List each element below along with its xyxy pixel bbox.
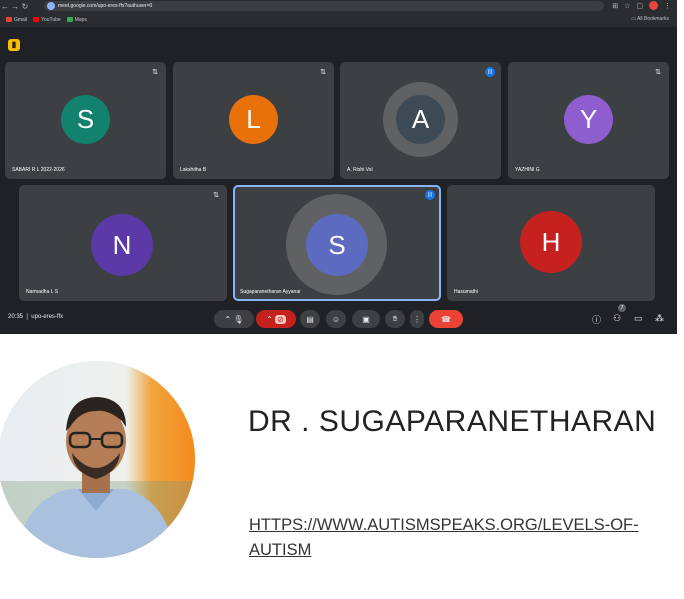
extensions-icon[interactable]: ▢ — [636, 2, 643, 10]
menu-icon[interactable]: ⋮ — [664, 2, 671, 10]
bookmark-maps[interactable]: Maps — [66, 17, 87, 23]
reactions-button[interactable]: ☺ — [326, 310, 346, 328]
participant-tile[interactable]: H Hasumathi — [447, 185, 655, 301]
browser-actions: ⊞ ☆ ▢ ⋮ — [612, 1, 671, 10]
translate-icon[interactable]: ⊞ — [612, 2, 618, 10]
chevron-up-icon: ⌃ — [224, 314, 232, 324]
speaker-photo — [0, 361, 195, 558]
meeting-info: 20:35 | upo-eres-ffx — [8, 314, 64, 320]
participant-tile[interactable]: ||| A A. Rishi Vol — [340, 62, 501, 179]
avatar: N — [91, 214, 153, 276]
maps-icon — [66, 17, 73, 22]
site-info-icon[interactable] — [47, 2, 55, 10]
camera-off-icon: ⊘ — [275, 314, 286, 324]
raise-hand-button[interactable]: ✋︎ — [385, 310, 405, 328]
participant-name: Hasumathi — [454, 289, 478, 295]
participant-name: Sugaparanetharan Ayyanar — [240, 289, 301, 295]
meeting-time: 20:35 — [8, 314, 24, 320]
present-button[interactable]: ▣ — [352, 310, 380, 328]
participant-name: A. Rishi Vol — [347, 167, 373, 173]
meeting-controls: 20:35 | upo-eres-ffx ⌃ 🎙︎ ⌃ ⊘ ▤ ☺ ▣ ✋︎ ⋮… — [0, 305, 677, 334]
reference-link[interactable]: HTTPS://WWW.AUTISMSPEAKS.ORG/LEVELS-OF-A… — [249, 513, 679, 563]
meet-activity-icon[interactable]: ▮ — [8, 39, 20, 51]
meet-screenshot: ← → ↻ meet.google.com/upo-eres-ffx?authu… — [0, 0, 677, 334]
participant-tile[interactable]: ⇅ Y YAZHINI G — [508, 62, 669, 179]
youtube-icon — [33, 17, 40, 22]
avatar: Y — [564, 95, 613, 144]
reload-icon[interactable]: ↻ — [20, 2, 30, 11]
address-bar[interactable]: meet.google.com/upo-eres-ffx?authuser=0 — [44, 1, 604, 11]
chat-icon[interactable]: ▭ — [634, 313, 643, 324]
people-icon[interactable]: ⚇ — [613, 313, 621, 324]
avatar: S — [61, 95, 110, 144]
profile-avatar[interactable] — [649, 1, 658, 10]
bookmark-youtube[interactable]: YouTube — [33, 17, 61, 23]
hang-up-icon: ☎︎ — [441, 314, 451, 324]
hand-icon: ✋︎ — [392, 314, 398, 323]
participant-name: YAZHINI G — [515, 167, 540, 173]
microphone-icon: 🎙︎ — [233, 314, 244, 324]
meeting-details-icon[interactable]: ⓘ — [592, 313, 601, 326]
speaking-indicator-icon: ||| — [425, 190, 435, 200]
bookmarks-bar: Gmail YouTube Maps ▭ All Bookmarks — [0, 13, 677, 26]
mic-button[interactable]: ⌃ 🎙︎ — [214, 310, 254, 328]
captions-icon: ▤ — [306, 314, 314, 324]
mic-off-icon: ⇅ — [213, 192, 219, 199]
participant-tile[interactable]: ⇅ L Lakshitha B — [173, 62, 334, 179]
bookmark-star-icon[interactable]: ☆ — [624, 2, 630, 10]
leave-call-button[interactable]: ☎︎ — [429, 310, 463, 328]
participant-name: Lakshitha B — [180, 167, 207, 173]
emoji-icon: ☺ — [331, 314, 341, 324]
more-options-button[interactable]: ⋮ — [410, 310, 424, 328]
mic-off-icon: ⇅ — [655, 69, 661, 76]
url-text: meet.google.com/upo-eres-ffx?authuser=0 — [58, 3, 153, 9]
all-bookmarks[interactable]: ▭ All Bookmarks — [631, 16, 669, 22]
avatar: A — [396, 95, 445, 144]
present-screen-icon: ▣ — [362, 314, 370, 324]
avatar: S — [306, 214, 368, 276]
camera-button[interactable]: ⌃ ⊘ — [256, 310, 296, 328]
avatar: L — [229, 95, 278, 144]
speaker-name-heading: DR . SUGAPARANETHARAN — [248, 405, 657, 438]
mic-off-icon: ⇅ — [152, 69, 158, 76]
bookmark-gmail[interactable]: Gmail — [6, 17, 27, 23]
gmail-icon — [6, 17, 12, 22]
participant-tile[interactable]: ⇅ N Narmadha L S — [19, 185, 227, 301]
speaking-indicator-icon: ||| — [485, 67, 495, 77]
mic-off-icon: ⇅ — [320, 69, 326, 76]
participant-name: SABARI R L 2022-2026 — [12, 167, 65, 173]
forward-icon[interactable]: → — [10, 2, 20, 11]
participant-tile[interactable]: ⇅ S SABARI R L 2022-2026 — [5, 62, 166, 179]
participant-name: Narmadha L S — [26, 289, 59, 295]
browser-chrome: ← → ↻ meet.google.com/upo-eres-ffx?authu… — [0, 0, 677, 27]
activities-icon[interactable]: ⁂ — [655, 313, 664, 324]
back-icon[interactable]: ← — [0, 2, 10, 11]
participant-count-badge: 7 — [618, 304, 626, 312]
captions-button[interactable]: ▤ — [300, 310, 320, 328]
browser-nav: ← → ↻ meet.google.com/upo-eres-ffx?authu… — [0, 0, 677, 13]
chevron-up-icon: ⌃ — [266, 314, 273, 324]
avatar: H — [520, 211, 582, 273]
more-vert-icon: ⋮ — [413, 314, 421, 324]
participant-tile-pinned[interactable]: ||| S Sugaparanetharan Ayyanar — [233, 185, 441, 301]
speaker-portrait-illustration — [0, 361, 195, 558]
meeting-code: upo-eres-ffx — [31, 314, 64, 320]
